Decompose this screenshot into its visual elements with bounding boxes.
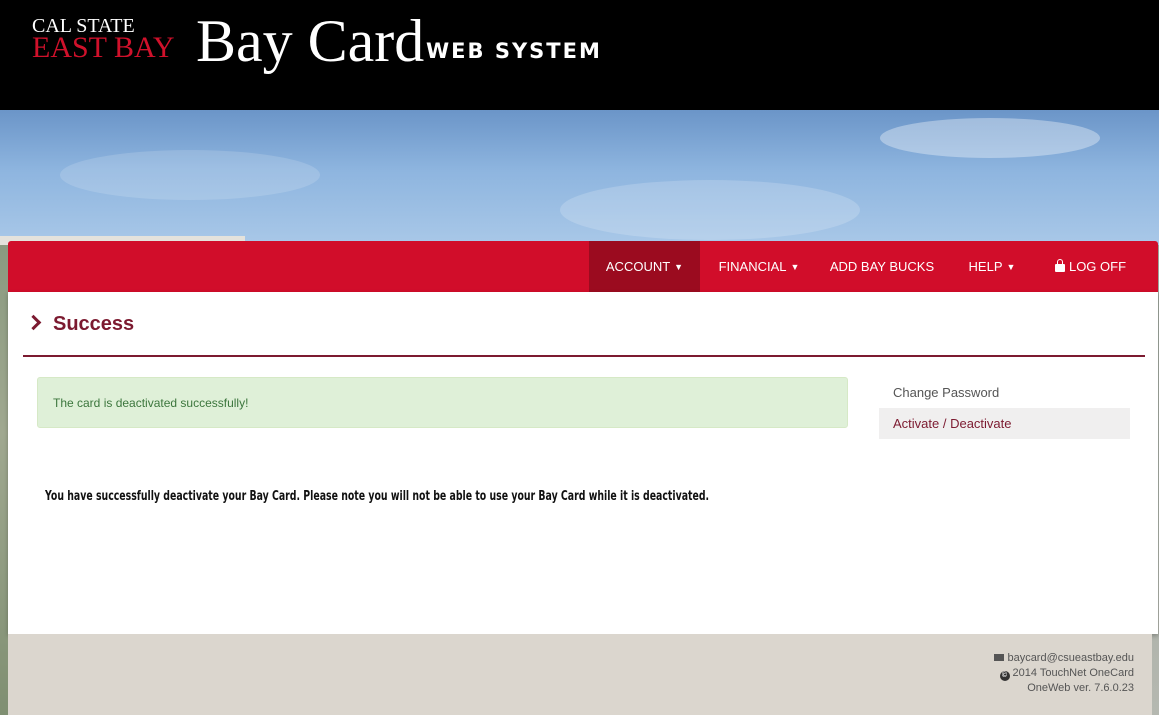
bay-card-brand: Bay Card [196,8,425,74]
copyright-icon: © [999,671,1010,681]
caret-down-icon: ▼ [674,262,684,272]
chevron-right-icon [25,314,42,331]
nav-log-off[interactable]: LOG OFF [1038,241,1143,292]
background-left-edge [0,245,8,715]
site-footer: baycard@csueastbay.edu © 2014 TouchNet On… [8,634,1152,715]
footer-copyright-row: © 2014 TouchNet OneCard [994,666,1134,681]
side-menu-activate-deactivate[interactable]: Activate / Deactivate [879,408,1130,439]
page-title: Success [53,313,135,335]
content-panel: Success The card is deactivated successf… [8,292,1158,634]
main-nav: ACCOUNT ▼ FINANCIAL ▼ ADD BAY BUCKS HELP ▼ … [8,241,1158,292]
success-alert: The card is deactivated successfully! [37,377,848,428]
footer-version: OneWeb ver. 7.6.0.23 [1027,682,1134,694]
nav-financial-label: FINANCIAL [718,259,787,274]
title-divider [23,355,1145,357]
deactivation-message: You have successfully deactivate your Ba… [45,489,710,504]
nav-account-label: ACCOUNT [605,259,671,274]
footer-email-row: baycard@csueastbay.edu [994,651,1134,666]
side-menu-change-password[interactable]: Change Password [879,377,1130,408]
sky-banner [0,110,1159,245]
nav-help-label: HELP [968,259,1003,274]
nav-help[interactable]: HELP ▼ [954,241,1030,292]
web-system-label: WEB SYSTEM [426,39,602,63]
footer-copyright: 2014 TouchNet OneCard [1012,667,1135,679]
envelope-icon [994,654,1005,661]
nav-log-off-label: LOG OFF [1068,259,1127,274]
csu-east-bay-logo[interactable]: CAL STATE EAST BAY [32,16,175,64]
caret-down-icon: ▼ [1006,262,1016,272]
footer-email[interactable]: baycard@csueastbay.edu [1007,652,1134,664]
footer-info: baycard@csueastbay.edu © 2014 TouchNet On… [994,651,1134,696]
site-header: CAL STATE EAST BAY Bay Card WEB SYSTEM [0,0,1159,110]
caret-down-icon: ▼ [790,262,800,272]
nav-add-bay-bucks[interactable]: ADD BAY BUCKS [818,241,946,292]
account-side-menu: Change Password Activate / Deactivate [879,377,1130,439]
logo-east-bay: EAST BAY [32,31,175,64]
nav-financial[interactable]: FINANCIAL ▼ [705,241,813,292]
nav-account[interactable]: ACCOUNT ▼ [589,241,700,292]
lock-icon [1054,259,1065,272]
nav-add-bay-bucks-label: ADD BAY BUCKS [829,259,935,274]
